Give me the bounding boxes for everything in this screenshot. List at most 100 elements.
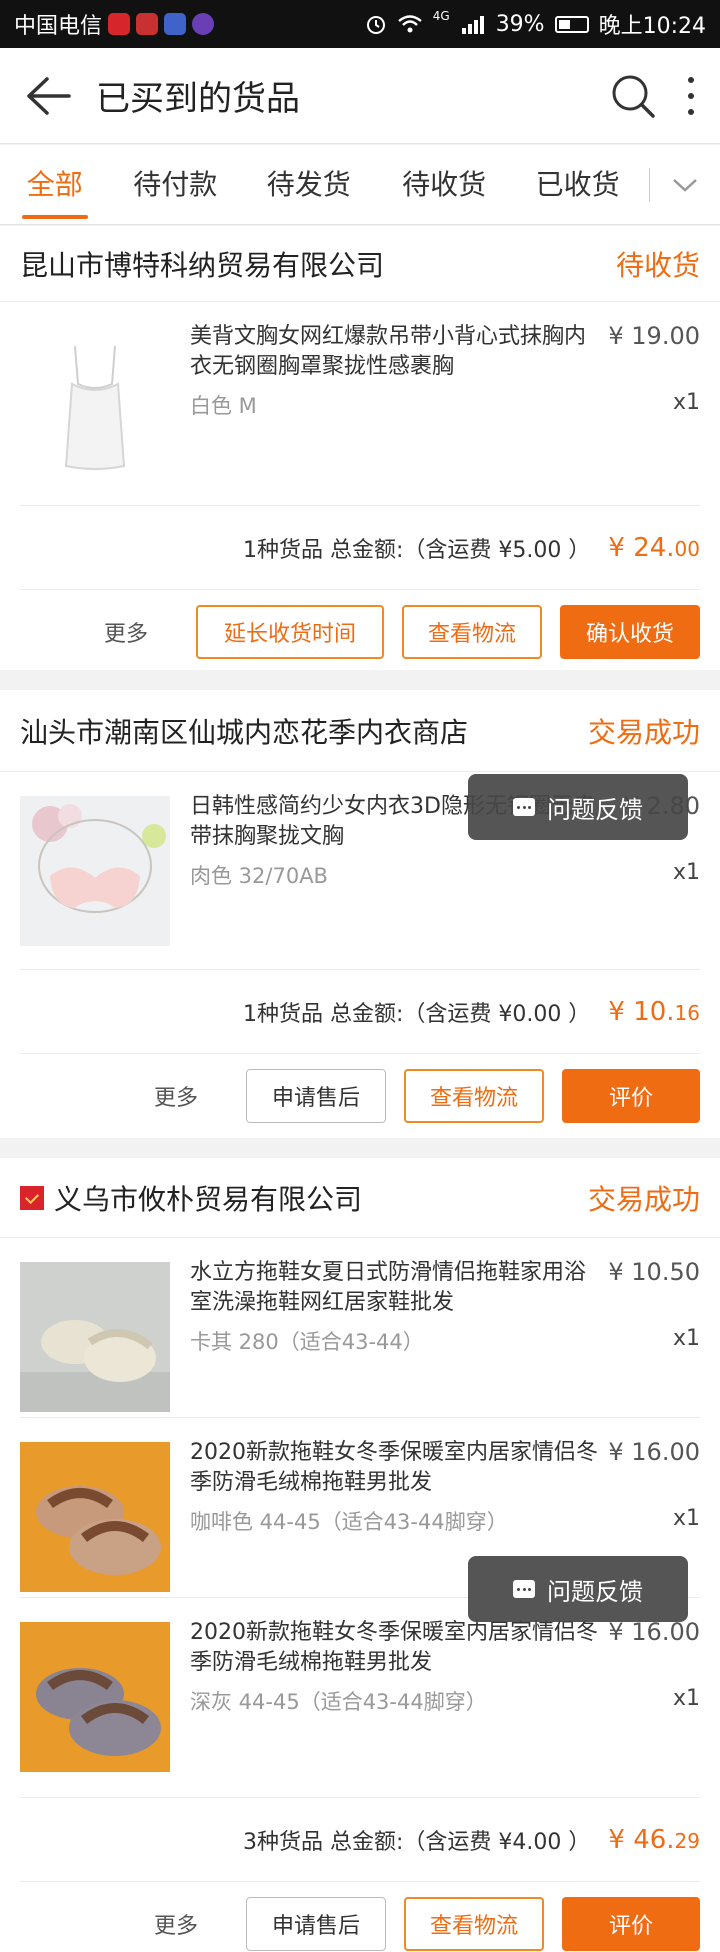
music-icon [164, 13, 187, 35]
feedback-label: 问题反馈 [547, 1577, 643, 1606]
product-image [20, 1622, 170, 1772]
order-status: 交易成功 [587, 1182, 700, 1216]
signal-icon [461, 16, 484, 34]
amount-integer: ¥ 46. [608, 1824, 675, 1855]
product-image [20, 1442, 170, 1592]
more-vertical-icon[interactable] [686, 73, 696, 119]
status-bar: 中国电信 4G 39% 晚上10:24 [0, 0, 720, 48]
more-button[interactable]: 更多 [104, 616, 148, 648]
clock: 晚上10:24 [598, 14, 706, 39]
product-image [20, 326, 170, 476]
product-name: 美背文胸女网红爆款吊带小背心式抹胸内衣无钢圈胸罩聚拢性感裹胸 [190, 324, 587, 379]
tab-pending-receipt[interactable]: 待收货 [376, 145, 511, 225]
app-header: 已买到的货品 [0, 48, 720, 144]
feedback-label: 问题反馈 [547, 795, 643, 824]
order-status: 待收货 [615, 248, 700, 282]
extend-receipt-button[interactable]: 延长收货时间 [196, 605, 384, 659]
back-button[interactable] [0, 48, 96, 144]
product-name: 水立方拖鞋女夏日式防滑情侣拖鞋家用浴室洗澡拖鞋网红居家鞋批发 [190, 1260, 587, 1315]
feedback-button[interactable]: 问题反馈 [468, 774, 688, 840]
order-tabs: 全部 待付款 待发货 待收货 已收货 [0, 145, 720, 225]
product-price: ¥ 16.00 [608, 1438, 700, 1466]
order-actions: 更多 申请售后 查看物流 评价 [0, 1054, 720, 1138]
product-price: ¥ 10.50 [608, 1258, 700, 1286]
tabs-expand-button[interactable] [650, 145, 720, 225]
network-type: 4G [432, 9, 450, 23]
amount-decimal: 16 [674, 1000, 700, 1025]
product-spec: 肉色 32/70AB [190, 864, 328, 888]
amount-integer: ¥ 24. [608, 532, 675, 563]
feedback-button[interactable]: 问题反馈 [468, 1556, 688, 1622]
app-notification-icon [192, 13, 215, 35]
view-logistics-button[interactable]: 查看物流 [404, 1897, 544, 1951]
order-total: 1种货品 总金额:（含运费 ¥0.00 ） ¥ 10.16 [20, 970, 700, 1054]
order-item[interactable]: 2020新款拖鞋女冬季保暖室内居家情侣冬季防滑毛绒棉拖鞋男批发 ¥ 16.00 … [20, 1598, 700, 1798]
order-item[interactable]: 水立方拖鞋女夏日式防滑情侣拖鞋家用浴室洗澡拖鞋网红居家鞋批发 ¥ 10.50 卡… [20, 1238, 700, 1418]
product-image [20, 796, 170, 946]
order-amount: ¥ 10.16 [608, 997, 700, 1027]
wifi-icon [397, 15, 422, 33]
order-actions: 更多 申请售后 查看物流 评价 [0, 1882, 720, 1952]
tab-received[interactable]: 已收货 [512, 145, 643, 225]
order-card: 汕头市潮南区仙城内恋花季内衣商店 交易成功 日韩性感简约少女内衣3D隐形无钢圈无… [0, 690, 720, 1138]
page-title: 已买到的货品 [96, 79, 300, 119]
product-name: 2020新款拖鞋女冬季保暖室内居家情侣冬季防滑毛绒棉拖鞋男批发 [190, 1440, 598, 1495]
order-item[interactable]: 美背文胸女网红爆款吊带小背心式抹胸内衣无钢圈胸罩聚拢性感裹胸 ¥ 19.00 白… [20, 302, 700, 506]
more-button[interactable]: 更多 [154, 1080, 198, 1112]
carrier-label: 中国电信 [14, 14, 103, 39]
app-notification-icon [108, 13, 131, 35]
order-summary: 3种货品 总金额:（含运费 ¥4.00 ） [243, 1829, 591, 1855]
order-actions: 更多 延长收货时间 查看物流 确认收货 [0, 590, 720, 674]
chat-bubble-icon [513, 798, 535, 816]
product-quantity: x1 [672, 390, 700, 415]
search-icon[interactable] [610, 73, 656, 119]
order-total: 3种货品 总金额:（含运费 ¥4.00 ） ¥ 46.29 [20, 1798, 700, 1882]
review-button[interactable]: 评价 [562, 1069, 700, 1123]
shop-name[interactable]: 昆山市博特科纳贸易有限公司 [20, 244, 384, 284]
shop-name[interactable]: 义乌市攸朴贸易有限公司 [54, 1178, 362, 1218]
product-spec: 卡其 280（适合43-44） [190, 1330, 424, 1354]
product-quantity: x1 [672, 1326, 700, 1351]
view-logistics-button[interactable]: 查看物流 [402, 605, 542, 659]
battery-icon [554, 15, 589, 33]
battery-percent: 39% [495, 11, 545, 37]
order-total: 1种货品 总金额:（含运费 ¥5.00 ） ¥ 24.00 [20, 506, 700, 590]
product-price: ¥ 16.00 [608, 1618, 700, 1646]
order-header: 昆山市博特科纳贸易有限公司 待收货 [0, 226, 720, 302]
shop-name[interactable]: 汕头市潮南区仙城内恋花季内衣商店 [20, 711, 468, 751]
product-spec: 深灰 44-45（适合43-44脚穿） [190, 1690, 487, 1714]
order-card: 义乌市攸朴贸易有限公司 交易成功 水立方拖鞋女夏日式防滑情侣拖鞋家用浴室洗澡拖鞋… [0, 1158, 720, 1952]
review-button[interactable]: 评价 [562, 1897, 700, 1951]
tab-pending-shipment[interactable]: 待发货 [241, 145, 376, 225]
amount-decimal: 29 [674, 1828, 700, 1853]
product-image [20, 1262, 170, 1412]
product-quantity: x1 [672, 1506, 700, 1531]
after-sales-button[interactable]: 申请售后 [246, 1897, 386, 1951]
product-quantity: x1 [672, 860, 700, 885]
confirm-receipt-button[interactable]: 确认收货 [560, 605, 700, 659]
order-header: 义乌市攸朴贸易有限公司 交易成功 [0, 1158, 720, 1238]
order-summary: 1种货品 总金额:（含运费 ¥0.00 ） [243, 1001, 591, 1027]
product-quantity: x1 [672, 1686, 700, 1711]
order-amount: ¥ 24.00 [608, 533, 700, 563]
view-logistics-button[interactable]: 查看物流 [404, 1069, 544, 1123]
product-name: 2020新款拖鞋女冬季保暖室内居家情侣冬季防滑毛绒棉拖鞋男批发 [190, 1620, 598, 1675]
arrow-left-icon [27, 76, 71, 115]
more-button[interactable]: 更多 [154, 1908, 198, 1940]
order-status: 交易成功 [587, 715, 700, 749]
amount-integer: ¥ 10. [608, 996, 675, 1027]
order-header: 汕头市潮南区仙城内恋花季内衣商店 交易成功 [0, 690, 720, 772]
after-sales-button[interactable]: 申请售后 [246, 1069, 386, 1123]
alarm-icon [366, 16, 385, 34]
product-spec: 白色 M [190, 394, 257, 418]
app-notification-icon [136, 13, 159, 35]
tab-all[interactable]: 全部 [0, 145, 110, 225]
order-amount: ¥ 46.29 [608, 1825, 700, 1855]
chevron-down-icon [673, 178, 698, 192]
amount-decimal: 00 [674, 536, 700, 561]
chat-bubble-icon [513, 1580, 535, 1598]
product-spec: 咖啡色 44-45（适合43-44脚穿） [190, 1510, 508, 1534]
tab-pending-payment[interactable]: 待付款 [110, 145, 241, 225]
order-card: 昆山市博特科纳贸易有限公司 待收货 美背文胸女网红爆款吊带小背心式抹胸内衣无钢圈… [0, 226, 720, 670]
order-summary: 1种货品 总金额:（含运费 ¥5.00 ） [243, 537, 591, 563]
